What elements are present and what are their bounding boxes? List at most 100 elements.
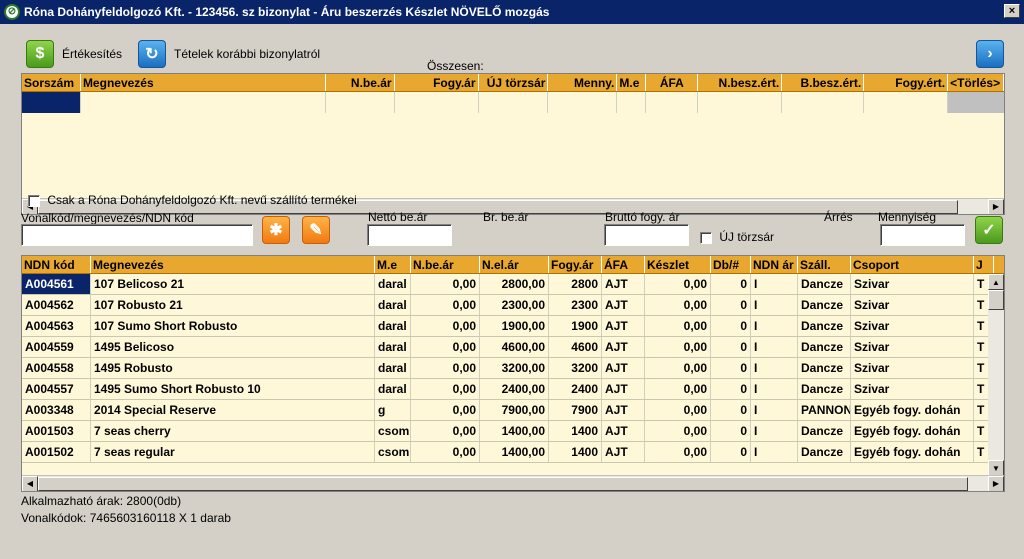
table-cell[interactable]: 0,00 xyxy=(645,295,711,315)
table-cell[interactable]: 0,00 xyxy=(645,442,711,462)
table-cell[interactable]: 0 xyxy=(711,400,751,420)
table-cell[interactable]: 0,00 xyxy=(645,274,711,294)
qty-input[interactable] xyxy=(880,224,965,246)
table-cell[interactable]: I xyxy=(751,400,798,420)
table-row[interactable]: A001502 7 seas regular csom 0,00 1400,00 1400… xyxy=(22,442,1004,463)
table-cell[interactable]: 0,00 xyxy=(645,337,711,357)
table-cell[interactable]: Egyéb fogy. dohán xyxy=(851,442,974,462)
table-cell[interactable]: Dancze xyxy=(798,274,851,294)
table-cell[interactable]: 1495 Belicoso xyxy=(91,337,375,357)
scroll-right-icon[interactable]: ▶ xyxy=(988,475,1004,491)
table-cell[interactable]: AJT xyxy=(602,400,645,420)
table-cell[interactable]: 0,00 xyxy=(411,316,480,336)
table-cell[interactable]: A001503 xyxy=(22,421,91,441)
table-cell[interactable]: Dancze xyxy=(798,316,851,336)
table-cell[interactable]: Szivar xyxy=(851,274,974,294)
table-row[interactable]: A004559 1495 Belicoso daral 0,00 4600,00 4600… xyxy=(22,337,1004,358)
col-fogyar[interactable]: Fogy.ár xyxy=(395,74,479,91)
table-cell[interactable]: daral xyxy=(375,337,411,357)
sales-button[interactable]: $ Értékesítés xyxy=(26,40,122,68)
table-cell[interactable]: 0,00 xyxy=(411,379,480,399)
table-cell[interactable]: 107 Belicoso 21 xyxy=(91,274,375,294)
col-nbear[interactable]: N.be.ár xyxy=(326,74,395,91)
new-product-button[interactable]: ✱ xyxy=(262,216,290,244)
confirm-button[interactable]: ✓ xyxy=(975,216,1003,244)
table-cell[interactable]: 0,00 xyxy=(411,442,480,462)
col-menny[interactable]: Menny. xyxy=(548,74,618,91)
table-cell[interactable]: 0 xyxy=(711,316,751,336)
table-cell[interactable]: AJT xyxy=(602,316,645,336)
table-cell[interactable]: Szivar xyxy=(851,295,974,315)
table-cell[interactable]: A004558 xyxy=(22,358,91,378)
col-nbeszert[interactable]: N.besz.ért. xyxy=(698,74,783,91)
col-fogyert[interactable]: Fogy.ért. xyxy=(864,74,949,91)
new-price-checkbox[interactable] xyxy=(700,231,712,244)
table-cell[interactable]: AJT xyxy=(602,358,645,378)
table-row[interactable]: A001503 7 seas cherry csom 0,00 1400,00 1400 A… xyxy=(22,421,1004,442)
product-grid-hscroll[interactable]: ◀ ▶ xyxy=(22,475,1004,491)
col-megnevezes[interactable]: Megnevezés xyxy=(81,74,326,91)
table-row[interactable]: A004563 107 Sumo Short Robusto daral 0,00 19… xyxy=(22,316,1004,337)
col-nbear[interactable]: N.be.ár xyxy=(411,256,480,273)
table-cell[interactable]: Dancze xyxy=(798,421,851,441)
table-cell[interactable]: Dancze xyxy=(798,379,851,399)
table-cell[interactable]: Dancze xyxy=(798,337,851,357)
col-nelar[interactable]: N.el.ár xyxy=(480,256,549,273)
table-row[interactable]: A003348 2014 Special Reserve g 0,00 7900,00 7… xyxy=(22,400,1004,421)
table-cell[interactable]: 2800,00 xyxy=(480,274,549,294)
table-cell[interactable]: AJT xyxy=(602,274,645,294)
scroll-left-icon[interactable]: ◀ xyxy=(22,475,38,491)
table-cell[interactable]: 0 xyxy=(711,295,751,315)
table-cell[interactable]: 1900,00 xyxy=(480,316,549,336)
table-cell[interactable]: I xyxy=(751,274,798,294)
table-cell[interactable]: AJT xyxy=(602,442,645,462)
table-cell[interactable]: AJT xyxy=(602,337,645,357)
search-input[interactable] xyxy=(21,224,253,246)
table-cell[interactable]: g xyxy=(375,400,411,420)
table-cell[interactable]: Dancze xyxy=(798,358,851,378)
table-cell[interactable]: 2300 xyxy=(549,295,602,315)
product-grid-vscroll[interactable]: ▲ ▼ xyxy=(988,274,1004,476)
col-db[interactable]: Db/# xyxy=(711,256,751,273)
selected-cell[interactable] xyxy=(22,92,81,113)
top-grid-empty-row[interactable] xyxy=(22,92,1004,113)
table-row[interactable]: A004562 107 Robusto 21 daral 0,00 2300,00 230… xyxy=(22,295,1004,316)
table-cell[interactable]: 107 Robusto 21 xyxy=(91,295,375,315)
table-cell[interactable]: daral xyxy=(375,295,411,315)
table-cell[interactable]: 1900 xyxy=(549,316,602,336)
table-cell[interactable]: I xyxy=(751,316,798,336)
scroll-up-icon[interactable]: ▲ xyxy=(988,274,1004,290)
table-cell[interactable]: 2014 Special Reserve xyxy=(91,400,375,420)
table-cell[interactable]: 2800 xyxy=(549,274,602,294)
table-cell[interactable]: 1400 xyxy=(549,421,602,441)
new-price-option[interactable]: ÚJ törzsár xyxy=(700,230,774,244)
col-afa[interactable]: ÁFA xyxy=(602,256,645,273)
table-cell[interactable]: 0 xyxy=(711,358,751,378)
table-cell[interactable]: Dancze xyxy=(798,442,851,462)
table-cell[interactable]: AJT xyxy=(602,295,645,315)
vscroll-thumb[interactable] xyxy=(988,290,1004,310)
net-price-input[interactable] xyxy=(367,224,452,246)
items-from-previous-button[interactable]: ↻ Tételek korábbi bizonylatról xyxy=(138,40,320,68)
col-ndn-ar[interactable]: NDN ár xyxy=(751,256,798,273)
table-cell[interactable]: daral xyxy=(375,358,411,378)
col-csoport[interactable]: Csoport xyxy=(851,256,974,273)
table-cell[interactable]: 1400,00 xyxy=(480,442,549,462)
table-cell[interactable]: AJT xyxy=(602,421,645,441)
table-cell[interactable]: 0 xyxy=(711,421,751,441)
table-cell[interactable]: 2400 xyxy=(549,379,602,399)
table-cell[interactable]: I xyxy=(751,295,798,315)
table-cell[interactable]: I xyxy=(751,358,798,378)
gross-sale-input[interactable] xyxy=(604,224,689,246)
col-me[interactable]: M.e xyxy=(375,256,411,273)
table-cell[interactable]: 4600,00 xyxy=(480,337,549,357)
col-megnevezes[interactable]: Megnevezés xyxy=(91,256,375,273)
table-cell[interactable]: 7 seas regular xyxy=(91,442,375,462)
col-me[interactable]: M.e xyxy=(617,74,647,91)
table-cell[interactable]: 7 seas cherry xyxy=(91,421,375,441)
table-cell[interactable]: A004559 xyxy=(22,337,91,357)
supplier-filter[interactable]: Csak a Róna Dohányfeldolgozó Kft. nevű s… xyxy=(28,193,357,207)
col-keszlet[interactable]: Készlet xyxy=(645,256,711,273)
table-cell[interactable]: 0,00 xyxy=(645,400,711,420)
table-cell[interactable]: Dancze xyxy=(798,295,851,315)
